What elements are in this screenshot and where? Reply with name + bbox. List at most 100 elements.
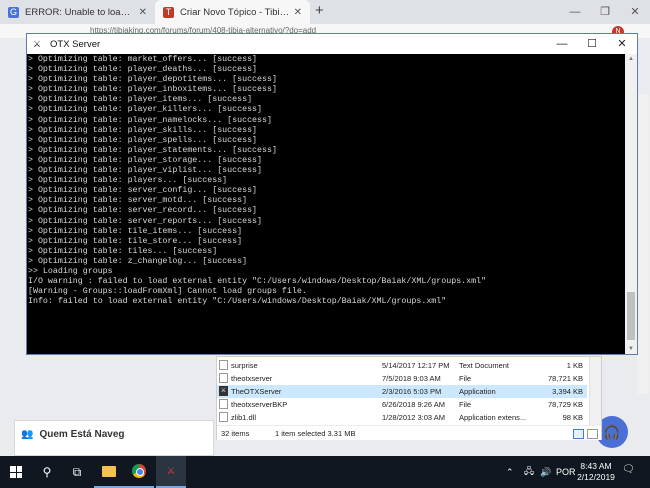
file-row[interactable]: theotxserver 7/5/2018 9:03 AM File 78,72… xyxy=(217,372,587,385)
restore-icon[interactable]: ❐ xyxy=(590,0,620,24)
console-line: > Optimizing table: server_motd... [succ… xyxy=(28,196,248,206)
close-tab-icon[interactable]: ✕ xyxy=(294,7,302,18)
who-is-browsing-box: 👥 Quem Está Naveg xyxy=(14,420,214,456)
chrome-taskbar-button[interactable] xyxy=(124,456,154,488)
scroll-thumb[interactable] xyxy=(627,292,635,340)
file-type: File xyxy=(459,374,472,383)
file-row[interactable]: surprise 5/14/2017 12:17 PM Text Documen… xyxy=(217,359,587,372)
file-size: 3,394 KB xyxy=(552,387,583,396)
scroll-up-icon[interactable]: ▲ xyxy=(625,56,637,62)
minimize-icon[interactable]: — xyxy=(547,34,577,54)
windows-logo-icon xyxy=(10,466,22,478)
system-clock[interactable]: 8:43 AM 2/12/2019 xyxy=(576,461,616,483)
console-window-controls: — ☐ ✕ xyxy=(547,34,637,54)
file-row-selected[interactable]: ⚔ TheOTXServer 2/3/2016 5:03 PM Applicat… xyxy=(217,385,587,398)
item-count: 32 items xyxy=(221,429,250,438)
search-icon[interactable]: ⚲ xyxy=(32,456,62,488)
text-file-icon xyxy=(219,360,228,370)
file-type: File xyxy=(459,400,472,409)
new-tab-button[interactable]: + xyxy=(315,2,324,19)
heading-text: Quem Está Naveg xyxy=(39,429,125,440)
console-line: > Optimizing table: players... [success] xyxy=(28,176,228,186)
details-view-icon[interactable] xyxy=(573,429,584,439)
dll-file-icon xyxy=(219,412,228,422)
file-date: 6/26/2018 9:26 AM xyxy=(382,400,445,409)
file-date: 2/3/2016 5:03 PM xyxy=(382,387,442,396)
language-indicator[interactable]: POR xyxy=(556,456,576,488)
selection-info: 1 item selected 3.31 MB xyxy=(275,429,356,438)
notifications-icon[interactable]: 🗨 xyxy=(622,464,636,478)
file-date: 1/28/2012 3:03 AM xyxy=(382,413,445,422)
file-size: 98 KB xyxy=(562,413,583,422)
folder-icon xyxy=(102,465,116,477)
console-line: > Optimizing table: player_statements...… xyxy=(28,145,277,155)
console-line: > Optimizing table: player_spells... [su… xyxy=(28,135,258,145)
otx-server-icon: ⚔ xyxy=(166,465,176,477)
large-icons-view-icon[interactable] xyxy=(587,429,598,439)
console-line: > Optimizing table: market_offers... [su… xyxy=(28,55,258,64)
task-view-icon[interactable]: ⧉ xyxy=(62,456,92,488)
volume-icon[interactable]: 🔊 xyxy=(540,456,551,488)
file-row[interactable]: zlib1.dll 1/28/2012 3:03 AM Application … xyxy=(217,411,587,424)
console-line: > Optimizing table: player_deaths... [su… xyxy=(28,65,258,75)
file-row[interactable]: theotxserverBKP 6/26/2018 9:26 AM File 7… xyxy=(217,398,587,411)
console-line: > Optimizing table: tile_items... [succe… xyxy=(28,226,243,236)
console-title: OTX Server xyxy=(50,38,101,50)
network-icon[interactable]: 🖧 xyxy=(524,456,534,488)
console-line: > Optimizing table: player_namelocks... … xyxy=(28,115,272,125)
start-button[interactable] xyxy=(0,456,32,488)
console-line: > Optimizing table: server_reports... [s… xyxy=(28,216,263,226)
who-is-browsing-heading: 👥 Quem Está Naveg xyxy=(21,429,125,440)
file-explorer-window: surprise 5/14/2017 12:17 PM Text Documen… xyxy=(216,356,602,440)
file-type: Text Document xyxy=(459,361,510,370)
close-icon[interactable]: ✕ xyxy=(620,0,650,24)
console-line: > Optimizing table: tile_store... [succe… xyxy=(28,236,243,246)
show-hidden-icons-icon[interactable]: ⌃ xyxy=(506,456,514,488)
console-output: > Optimizing table: market_offers... [su… xyxy=(27,54,625,354)
console-line: I/O warning : failed to load external en… xyxy=(28,277,487,287)
minimize-icon[interactable]: — xyxy=(560,0,590,24)
console-line: > Optimizing table: player_viplist... [s… xyxy=(28,166,263,176)
file-explorer-taskbar-button[interactable] xyxy=(94,456,124,488)
tibia-king-favicon-icon: T xyxy=(163,6,174,18)
windows-taskbar: ⚲ ⧉ ⚔ ⌃ 🖧 🔊 POR 8:43 AM 2/12/2019 🗨 xyxy=(0,456,650,488)
browser-tab-error[interactable]: G ERROR: Unable to load groups! ✕ xyxy=(0,0,155,24)
file-icon xyxy=(219,399,228,409)
chrome-icon xyxy=(132,464,146,478)
tab-label: Criar Novo Tópico - Tibia King - xyxy=(180,6,290,18)
otx-server-icon: ⚔ xyxy=(33,38,42,49)
console-line: > Optimizing table: player_killers... [s… xyxy=(28,105,263,115)
console-scrollbar[interactable]: ▲ ▼ xyxy=(625,54,637,354)
file-name: theotxserverBKP xyxy=(231,400,288,409)
otx-server-taskbar-button[interactable]: ⚔ xyxy=(156,456,186,488)
file-type: Application extens... xyxy=(459,413,527,422)
file-size: 78,729 KB xyxy=(547,400,583,409)
explorer-scrollbar[interactable] xyxy=(589,357,601,425)
tab-label: ERROR: Unable to load groups! xyxy=(25,6,135,18)
page-scrollbar[interactable] xyxy=(637,94,649,394)
maximize-icon[interactable]: ☐ xyxy=(577,34,607,54)
console-line: > Optimizing table: z_changelog... [succ… xyxy=(28,256,248,266)
console-line: > Optimizing table: player_skills... [su… xyxy=(28,125,258,135)
close-tab-icon[interactable]: ✕ xyxy=(139,7,147,18)
file-size: 78,721 KB xyxy=(547,374,583,383)
browser-tab-strip: G ERROR: Unable to load groups! ✕ T Cria… xyxy=(0,0,650,24)
console-title-bar[interactable]: ⚔ OTX Server — ☐ ✕ xyxy=(27,34,637,54)
console-line: > Optimizing table: tiles... [success] xyxy=(28,246,218,256)
console-line: >> Loading groups xyxy=(28,266,113,276)
browser-tab-criar-topico[interactable]: T Criar Novo Tópico - Tibia King - ✕ xyxy=(155,0,310,24)
file-type: Application xyxy=(459,387,496,396)
clock-date: 2/12/2019 xyxy=(577,472,615,482)
file-icon xyxy=(219,373,228,383)
google-favicon-icon: G xyxy=(8,6,19,18)
close-icon[interactable]: ✕ xyxy=(607,34,637,54)
scroll-down-icon[interactable]: ▼ xyxy=(625,346,637,352)
console-line: Info: failed to load external entity "C:… xyxy=(28,297,447,307)
explorer-status-bar: 32 items 1 item selected 3.31 MB xyxy=(217,425,601,440)
file-date: 5/14/2017 12:17 PM xyxy=(382,361,450,370)
console-line: [Warning - Groups::loadFromXml] Cannot l… xyxy=(28,287,307,297)
